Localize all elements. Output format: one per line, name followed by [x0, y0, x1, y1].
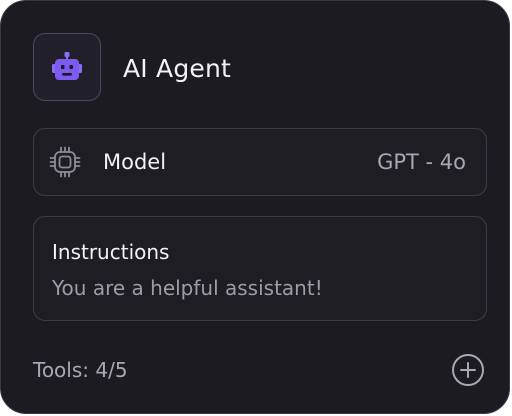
instructions-field[interactable]: Instructions You are a helpful assistant…: [33, 216, 487, 321]
agent-card: AI Agent Model GPT - 4o Instructions You…: [0, 0, 510, 414]
robot-icon: [52, 52, 82, 80]
model-value: GPT - 4o: [377, 150, 466, 174]
model-selector[interactable]: Model GPT - 4o: [33, 128, 487, 196]
instructions-label: Instructions: [52, 240, 170, 264]
tools-count: Tools: 4/5: [33, 358, 128, 382]
instructions-text[interactable]: You are a helpful assistant!: [52, 273, 323, 303]
plus-circle-icon: [452, 354, 484, 386]
agent-title: AI Agent: [123, 54, 232, 83]
agent-avatar: [33, 33, 101, 101]
model-label: Model: [103, 150, 167, 174]
add-tool-button[interactable]: [451, 353, 485, 387]
chip-icon: [49, 146, 81, 178]
